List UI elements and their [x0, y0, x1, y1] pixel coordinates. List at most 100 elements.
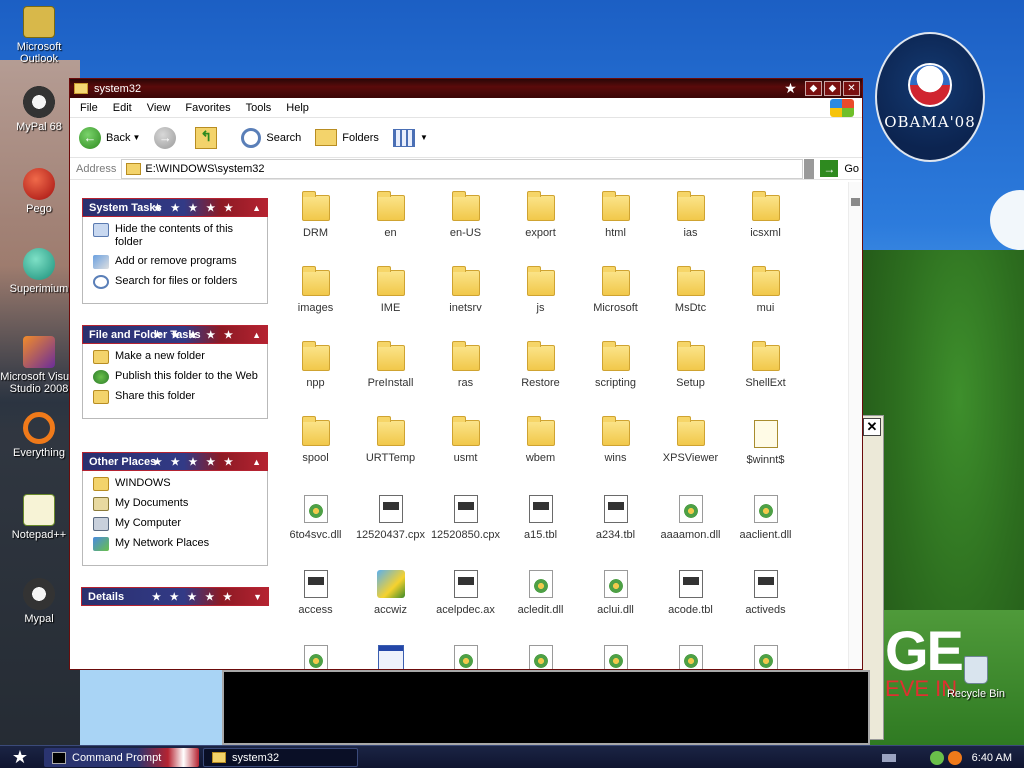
- file-item[interactable]: [578, 645, 653, 669]
- menu-tools[interactable]: Tools: [246, 102, 272, 114]
- file-item[interactable]: [428, 645, 503, 669]
- up-button[interactable]: [195, 126, 227, 149]
- folder-item[interactable]: DRM: [278, 191, 353, 239]
- close-button[interactable]: ✕: [843, 81, 860, 96]
- task-make-new-folder[interactable]: Make a new folder: [93, 350, 259, 364]
- folder-item[interactable]: images: [278, 266, 353, 314]
- file-item[interactable]: aclui.dll: [578, 570, 653, 616]
- network-tray-icon[interactable]: [929, 750, 944, 765]
- folder-item[interactable]: js: [503, 266, 578, 314]
- file-item[interactable]: 6to4svc.dll: [278, 495, 353, 541]
- place-my-documents[interactable]: My Documents: [93, 497, 259, 511]
- expand-icon[interactable]: ▼: [253, 588, 262, 607]
- folder-item[interactable]: PreInstall: [353, 341, 428, 389]
- folder-item[interactable]: wins: [578, 416, 653, 464]
- folder-item[interactable]: npp: [278, 341, 353, 389]
- address-input[interactable]: E:\WINDOWS\system32: [121, 158, 804, 179]
- maximize-button[interactable]: ◆: [824, 81, 841, 96]
- folder-item[interactable]: Restore: [503, 341, 578, 389]
- file-item[interactable]: aaclient.dll: [728, 495, 803, 541]
- folder-item[interactable]: IME: [353, 266, 428, 314]
- menu-file[interactable]: File: [80, 102, 98, 114]
- desktop-icon-pego[interactable]: Pego: [0, 168, 78, 215]
- search-button[interactable]: Search: [241, 127, 301, 148]
- folder-item[interactable]: icsxml: [728, 191, 803, 239]
- collapse-icon[interactable]: ▲: [252, 199, 261, 218]
- address-dropdown-button[interactable]: [804, 158, 815, 179]
- file-item[interactable]: [503, 645, 578, 669]
- window-titlebar[interactable]: system32 ★ ◆ ◆ ✕: [70, 79, 862, 98]
- place-windows[interactable]: WINDOWS: [93, 477, 259, 491]
- folder-item[interactable]: ras: [428, 341, 503, 389]
- file-item[interactable]: 12520437.cpx: [353, 495, 428, 541]
- file-item[interactable]: [278, 645, 353, 669]
- folders-button[interactable]: Folders: [315, 129, 379, 146]
- collapse-icon[interactable]: ▲: [252, 453, 261, 472]
- taskbar-item-system32[interactable]: system32: [203, 748, 358, 767]
- place-my-computer[interactable]: My Computer: [93, 517, 259, 531]
- details-header[interactable]: Details ★ ★ ★ ★ ★ ▼: [81, 587, 269, 606]
- chevron-down-icon[interactable]: ▼: [132, 133, 140, 142]
- file-item[interactable]: acode.tbl: [653, 570, 728, 616]
- other-places-header[interactable]: Other Places ★ ★ ★ ★ ★ ▲: [82, 452, 268, 471]
- everything-tray-icon[interactable]: [947, 750, 962, 765]
- folder-item[interactable]: URTTemp: [353, 416, 428, 464]
- file-item[interactable]: accwiz: [353, 570, 428, 616]
- file-folder-tasks-header[interactable]: File and Folder Tasks ★ ★ ★ ★ ★ ▲: [82, 325, 268, 344]
- task-search-files[interactable]: Search for files or folders: [93, 275, 259, 289]
- forward-button[interactable]: →: [154, 126, 181, 149]
- file-item[interactable]: 12520850.cpx: [428, 495, 503, 541]
- folder-item[interactable]: ias: [653, 191, 728, 239]
- task-add-remove-programs[interactable]: Add or remove programs: [93, 255, 259, 269]
- desktop-icon-superimium[interactable]: Superimium: [0, 248, 78, 295]
- minimize-button[interactable]: ◆: [805, 81, 822, 96]
- folder-item[interactable]: en: [353, 191, 428, 239]
- desktop-icon-outlook[interactable]: Microsoft Outlook: [0, 6, 78, 65]
- folder-item[interactable]: XPSViewer: [653, 416, 728, 464]
- folder-item[interactable]: en-US: [428, 191, 503, 239]
- file-item[interactable]: a234.tbl: [578, 495, 653, 541]
- collapse-icon[interactable]: ▲: [252, 326, 261, 345]
- file-item[interactable]: [728, 645, 803, 669]
- file-item[interactable]: acelpdec.ax: [428, 570, 503, 616]
- file-item[interactable]: a15.tbl: [503, 495, 578, 541]
- scrollbar-thumb[interactable]: [851, 198, 860, 206]
- system-tasks-header[interactable]: System Tasks ★ ★ ★ ★ ★ ▲: [82, 198, 268, 217]
- folder-item[interactable]: spool: [278, 416, 353, 464]
- task-publish-web[interactable]: Publish this folder to the Web: [93, 370, 259, 384]
- folder-item[interactable]: Microsoft: [578, 266, 653, 314]
- folder-item[interactable]: mui: [728, 266, 803, 314]
- folder-item[interactable]: wbem: [503, 416, 578, 464]
- folder-item[interactable]: ShellExt: [728, 341, 803, 389]
- clock[interactable]: 6:40 AM: [972, 752, 1012, 764]
- place-my-network[interactable]: My Network Places: [93, 537, 259, 551]
- task-share-folder[interactable]: Share this folder: [93, 390, 259, 404]
- folder-item[interactable]: scripting: [578, 341, 653, 389]
- views-button[interactable]: ▼: [392, 128, 428, 147]
- menu-view[interactable]: View: [147, 102, 171, 114]
- file-item[interactable]: activeds: [728, 570, 803, 616]
- vertical-scrollbar[interactable]: [848, 182, 862, 669]
- back-button[interactable]: ← Back ▼: [79, 126, 140, 149]
- command-prompt-window[interactable]: [222, 670, 870, 745]
- file-item[interactable]: aaaamon.dll: [653, 495, 728, 541]
- file-item[interactable]: [653, 645, 728, 669]
- folder-item[interactable]: export: [503, 191, 578, 239]
- folder-item[interactable]: Setup: [653, 341, 728, 389]
- folder-item[interactable]: inetsrv: [428, 266, 503, 314]
- menu-help[interactable]: Help: [286, 102, 309, 114]
- folder-item[interactable]: html: [578, 191, 653, 239]
- file-item[interactable]: acledit.dll: [503, 570, 578, 616]
- file-item[interactable]: $winnt$: [728, 420, 803, 466]
- menu-favorites[interactable]: Favorites: [185, 102, 230, 114]
- keyboard-icon[interactable]: [881, 753, 896, 762]
- start-button[interactable]: ★: [0, 746, 40, 768]
- desktop-icon-recycle-bin[interactable]: Recycle Bin: [944, 656, 1008, 700]
- task-hide-contents[interactable]: Hide the contents of this folder: [93, 223, 259, 249]
- desktop-icon-mypal68[interactable]: MyPal 68: [0, 86, 78, 133]
- folder-item[interactable]: usmt: [428, 416, 503, 464]
- desktop-icon-visual-studio[interactable]: Microsoft Visual Studio 2008: [0, 336, 78, 395]
- go-button[interactable]: → Go: [820, 160, 859, 177]
- taskbar-item-command-prompt[interactable]: Command Prompt: [44, 748, 199, 767]
- folder-item[interactable]: MsDtc: [653, 266, 728, 314]
